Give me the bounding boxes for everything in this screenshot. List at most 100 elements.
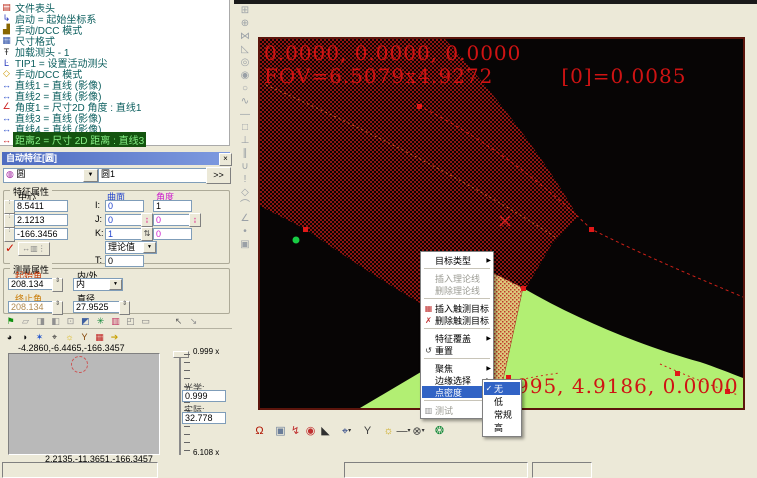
close-icon[interactable]: ×	[219, 153, 232, 166]
camera-icon[interactable]: ▣	[273, 424, 288, 439]
center-z-field[interactable]: -166.3456	[14, 228, 68, 240]
arc-icon[interactable]: ⌒	[236, 199, 254, 212]
submenu-item-density-low[interactable]: 低	[484, 395, 520, 408]
ellipse-icon[interactable]: ○	[236, 82, 254, 95]
edge-trace-icon[interactable]: ↯	[288, 424, 303, 439]
diameter-field[interactable]: 27.9525	[73, 301, 123, 313]
theo-value-dropdown[interactable]: 理论值 ▼	[105, 241, 157, 254]
plane-icon[interactable]: ◇	[236, 186, 254, 199]
magnet-tool-icon[interactable]: Ω	[252, 424, 267, 439]
box-icon[interactable]: ▣	[236, 238, 254, 251]
k-flip-icon[interactable]: ⇅	[141, 227, 153, 241]
j-surface-field[interactable]: 0	[105, 214, 144, 226]
k-angle-field[interactable]: 0	[153, 228, 192, 240]
tree-item-dist2[interactable]: ↔距离2 = 尺寸 2D 距离 : 直线3	[0, 134, 229, 145]
profile-icon[interactable]: ∪	[236, 160, 254, 173]
feature-name-field[interactable]: 圆1	[98, 168, 208, 183]
end-angle-field[interactable]: 208.134	[8, 301, 56, 313]
grid-icon[interactable]: ⊞	[236, 4, 254, 17]
curve-icon[interactable]: ∿	[236, 95, 254, 108]
t-field[interactable]: 0	[105, 255, 144, 267]
i-angle-field[interactable]: 1	[153, 200, 192, 212]
center-target-icon[interactable]: ⊡	[63, 314, 78, 328]
line-icon[interactable]: —	[236, 108, 254, 121]
center-x-field[interactable]: 8.5411	[14, 200, 68, 212]
actual-field[interactable]: 32.778	[182, 412, 226, 424]
center-y-field[interactable]: 2.1213	[14, 214, 68, 226]
circle-icon[interactable]: ◎	[236, 56, 254, 69]
gear-icon[interactable]: ✳	[93, 314, 108, 328]
shade-wedge-icon[interactable]: ◣	[318, 424, 333, 439]
rect-icon[interactable]: ▭	[138, 314, 153, 328]
target-circle-icon[interactable]: ◉	[303, 424, 318, 439]
inout-dropdown[interactable]: 内 ▼	[73, 278, 123, 291]
menu-item-reset[interactable]: ↺重置	[422, 344, 492, 356]
menu-item-insert-theo-line[interactable]: 插入理论线	[422, 272, 492, 284]
menu-item-delete-touch-target[interactable]: ✗删除触测目标	[422, 314, 492, 326]
feature-type-dropdown[interactable]: ◍ 圆 ▼	[3, 168, 99, 183]
menu-item-insert-touch-target[interactable]: ▦插入触测目标	[422, 302, 492, 314]
concentric-icon[interactable]: ◉	[236, 69, 254, 82]
zoom-tool-icon[interactable]: ⌖▾	[339, 424, 354, 439]
j-angle-field[interactable]: 0	[153, 214, 192, 226]
camera-view-icon[interactable]: ◩	[78, 314, 93, 328]
menu-item-target-type[interactable]: 目标类型▶	[422, 254, 492, 266]
graphics-viewport[interactable]: 0.0000, 0.0000, 0.0000 FOV=6.5079x4.9272…	[258, 37, 745, 410]
polygon-icon[interactable]: ▱	[18, 314, 33, 328]
arrow-nw-icon[interactable]: ↖	[171, 314, 186, 328]
point-icon[interactable]: ⊕	[236, 17, 254, 30]
illumination-icon[interactable]: ☼	[381, 424, 396, 439]
frame-icon[interactable]: ◰	[123, 314, 138, 328]
magic-wand-icon[interactable]: ❂	[432, 424, 447, 439]
motion-box-icon[interactable]: ▦	[92, 330, 107, 344]
line-tool-icon[interactable]: —▾	[396, 424, 411, 439]
j-angle-flip-icon[interactable]: ↨	[189, 213, 201, 227]
perpendicular-icon[interactable]: ⊥	[236, 134, 254, 147]
k-surface-field[interactable]: 1	[105, 228, 144, 240]
camera-image[interactable]	[8, 353, 160, 455]
submenu-item-density-normal[interactable]: 常规	[484, 408, 520, 421]
chevron-down-icon[interactable]: ▾	[422, 428, 425, 434]
j-flip-icon[interactable]: ↨	[141, 213, 153, 227]
chevron-down-icon[interactable]: ▼	[83, 169, 98, 182]
probe-mode-icon[interactable]: ⊗▾	[411, 424, 426, 439]
snap-right-icon[interactable]: ◨	[33, 314, 48, 328]
submenu-item-density-none[interactable]: ✓无	[484, 382, 520, 395]
alert-icon[interactable]: !	[236, 173, 254, 186]
snap-left-icon[interactable]: ◧	[48, 314, 63, 328]
angle-icon[interactable]: ∠	[236, 212, 254, 225]
submenu-item-density-high[interactable]: 高	[484, 421, 520, 434]
start-angle-spinner[interactable]: ⇕	[52, 278, 63, 292]
parallel-icon[interactable]: ∥	[236, 147, 254, 160]
end-angle-spinner[interactable]: ⇕	[52, 301, 63, 315]
exposure-dark-icon[interactable]: ◕	[2, 330, 17, 344]
menu-item-feature-override[interactable]: 特征覆盖▶	[422, 332, 492, 344]
probe-stand-icon[interactable]: Y	[77, 330, 92, 344]
arrow-icon[interactable]: ➔	[107, 330, 122, 344]
start-angle-field[interactable]: 208.134	[8, 278, 56, 290]
edit-window-tree[interactable]: ▤文件表头↳启动 = 起始坐标系▟手动/DCC 模式▦尺寸格式Ŧ加载测头 - 1…	[0, 0, 230, 146]
dot-icon[interactable]: •	[236, 225, 254, 238]
optical-field[interactable]: 0.999	[182, 390, 226, 402]
lamp-icon[interactable]: ☼	[62, 330, 77, 344]
zoom-slider-track[interactable]	[179, 352, 181, 455]
move-mode-button[interactable]: ↔▥⋮	[18, 242, 50, 256]
i-surface-field[interactable]: 0	[105, 200, 144, 212]
square-icon[interactable]: □	[236, 121, 254, 134]
expand-button[interactable]: >>	[206, 167, 231, 184]
magnifier-icon[interactable]: ⌖	[47, 330, 62, 344]
exposure-half-icon[interactable]: ◑	[17, 330, 32, 344]
confirm-check-icon[interactable]: ✓	[5, 241, 15, 255]
chevron-down-icon[interactable]: ▾	[348, 428, 351, 434]
chevron-down-icon[interactable]: ▼	[143, 242, 156, 253]
menu-item-focus[interactable]: 聚焦▶	[422, 362, 492, 374]
slot-icon[interactable]: ⋈	[236, 30, 254, 43]
diameter-spinner[interactable]: ⇕	[119, 301, 130, 315]
stage-icon[interactable]: Y	[360, 424, 375, 439]
illumination-star-icon[interactable]: ✶	[32, 330, 47, 344]
menu-item-delete-theo-line[interactable]: 删除理论线	[422, 284, 492, 296]
chevron-down-icon[interactable]: ▼	[109, 279, 122, 290]
arrow-se-icon[interactable]: ↘	[186, 314, 201, 328]
histogram-icon[interactable]: ▥	[108, 314, 123, 328]
flag-icon[interactable]: ⚑	[3, 314, 18, 328]
